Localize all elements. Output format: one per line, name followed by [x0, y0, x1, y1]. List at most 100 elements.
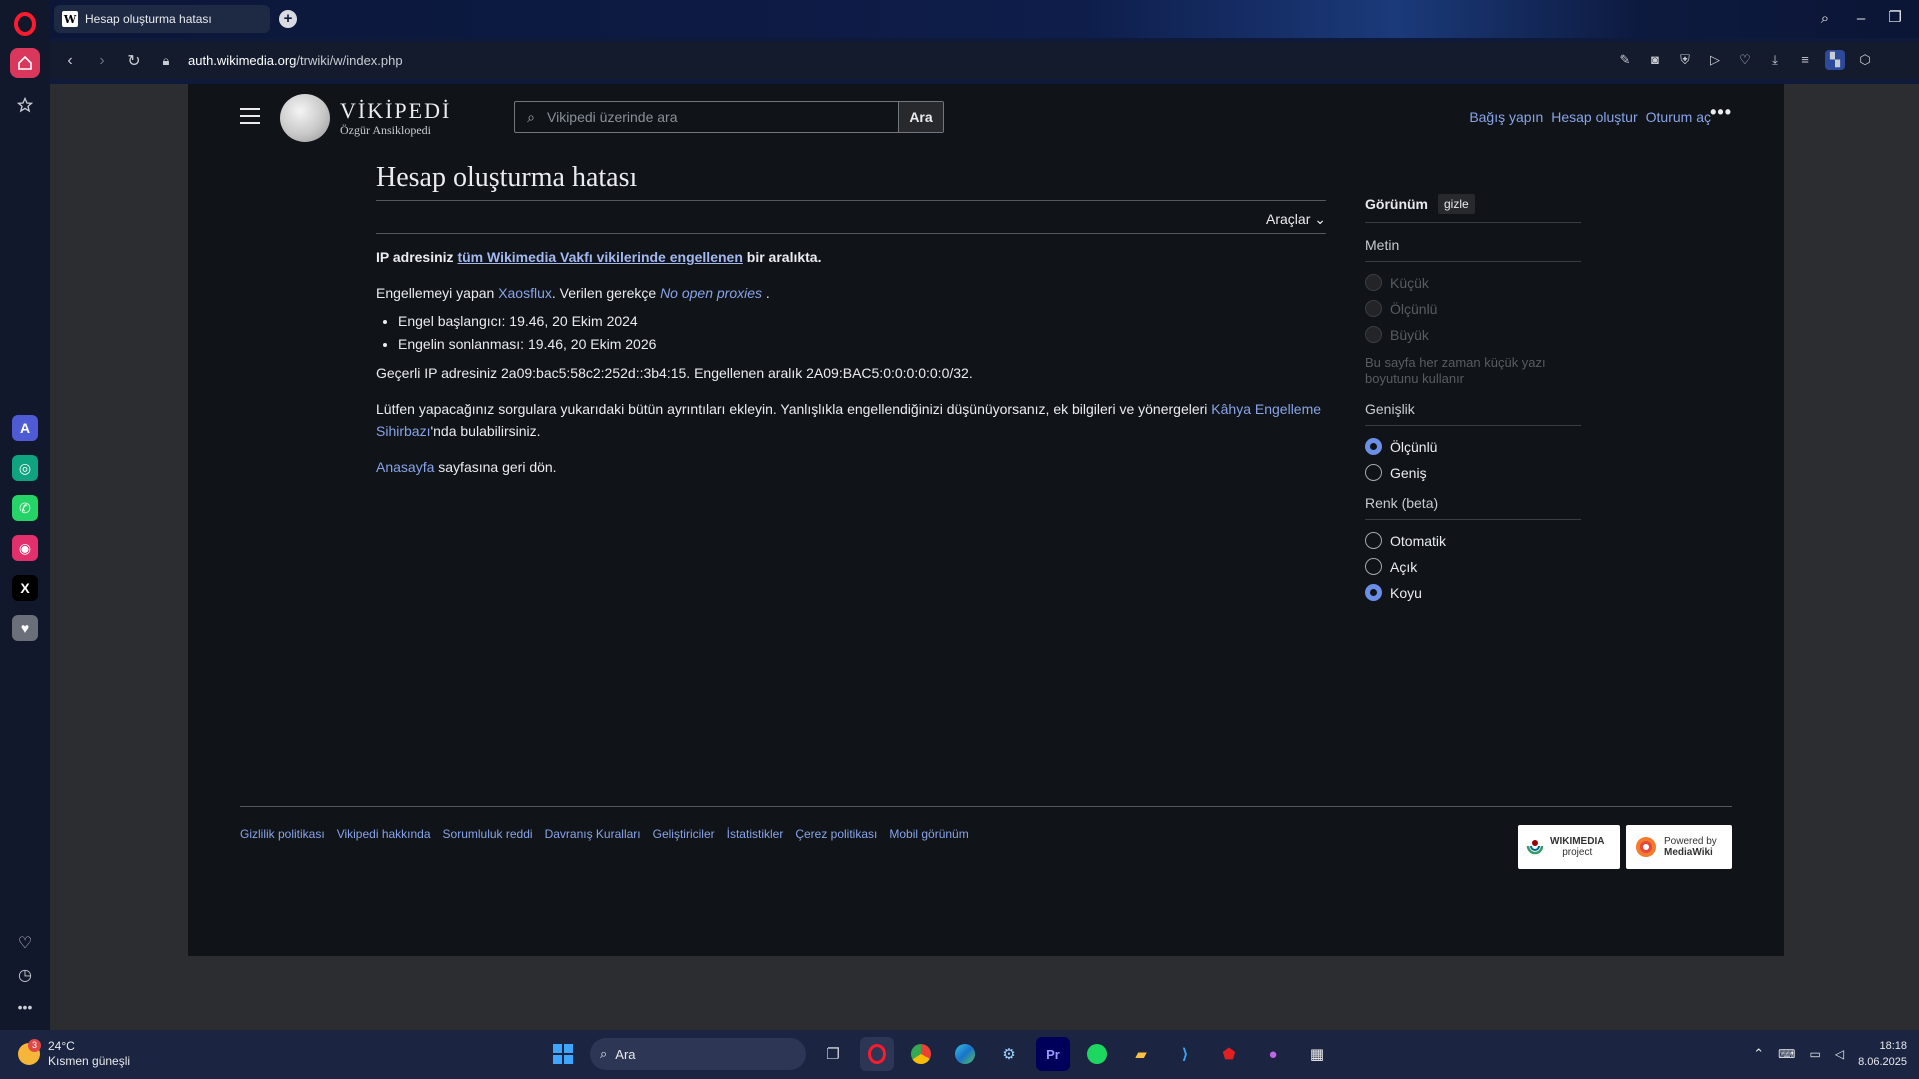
- blocker-post: .: [762, 285, 770, 301]
- code-of-conduct-link[interactable]: Davranış Kuralları: [545, 827, 641, 841]
- clock[interactable]: 18:18 8.06.2025: [1858, 1038, 1907, 1070]
- history-icon[interactable]: ◷: [10, 960, 40, 990]
- radio-icon: [1365, 300, 1382, 317]
- weather-widget[interactable]: 3 24°C Kısmen güneşli: [18, 1039, 130, 1069]
- date: 8.06.2025: [1858, 1056, 1907, 1068]
- opera-taskbar-icon[interactable]: [860, 1037, 894, 1071]
- block-reason-link[interactable]: No open proxies: [660, 285, 762, 301]
- flow-icon[interactable]: ▷: [1705, 50, 1725, 70]
- tab-active[interactable]: W Hesap oluşturma hatası: [54, 5, 270, 33]
- store-icon[interactable]: ▦: [1300, 1037, 1334, 1071]
- instagram-icon[interactable]: ◉: [12, 535, 38, 561]
- wikipedia-globe-logo[interactable]: [280, 94, 330, 142]
- more-icon[interactable]: •••: [10, 992, 40, 1022]
- favorite-icon[interactable]: ♡: [1735, 50, 1755, 70]
- list-item: Engelin sonlanması: 19.46, 20 Ekim 2026: [398, 333, 1326, 356]
- main-page-link[interactable]: Anasayfa: [376, 459, 434, 475]
- acrobat-icon[interactable]: ⬟: [1212, 1037, 1246, 1071]
- system-tray: ⌃ ⌨ ▭ ◁ 18:18 8.06.2025: [1753, 1038, 1907, 1070]
- tagline: Özgür Ansiklopedi: [340, 123, 431, 137]
- url-field[interactable]: auth.wikimedia.org/trwiki/w/index.php: [188, 53, 403, 68]
- main-menu-icon[interactable]: [240, 108, 260, 124]
- radio-icon: [1365, 326, 1382, 343]
- wikimedia-badge[interactable]: WIKIMEDIA project: [1518, 825, 1620, 869]
- drop-app-icon[interactable]: ●: [1256, 1037, 1290, 1071]
- profile-icon[interactable]: ▚: [1825, 50, 1845, 70]
- restore-icon[interactable]: ❐: [1885, 8, 1905, 28]
- width-wide-option[interactable]: Geniş: [1365, 464, 1581, 481]
- forward-icon[interactable]: ›: [86, 45, 118, 77]
- shield-icon[interactable]: ⛨: [1675, 50, 1695, 70]
- width-standard-option[interactable]: Ölçünlü: [1365, 438, 1581, 455]
- search-button[interactable]: Ara: [898, 102, 943, 132]
- hide-button[interactable]: gizle: [1438, 194, 1475, 214]
- list-item: Engel başlangıcı: 19.46, 20 Ekim 2024: [398, 310, 1326, 333]
- privacy-link[interactable]: Gizlilik politikası: [240, 827, 325, 841]
- spotify-icon[interactable]: [1080, 1037, 1114, 1071]
- opera-logo-icon[interactable]: [14, 12, 36, 36]
- search-tabs-icon[interactable]: ⌕: [1815, 9, 1835, 29]
- aria-icon[interactable]: A: [12, 415, 38, 441]
- chatgpt-icon[interactable]: ◎: [12, 455, 38, 481]
- statistics-link[interactable]: İstatistikler: [727, 827, 784, 841]
- create-account-link[interactable]: Hesap oluştur: [1551, 109, 1637, 125]
- color-dark-option[interactable]: Koyu: [1365, 584, 1581, 601]
- blocker-user-link[interactable]: Xaosflux: [498, 285, 552, 301]
- volume-icon[interactable]: ◁: [1835, 1047, 1844, 1061]
- color-light-option[interactable]: Açık: [1365, 558, 1581, 575]
- url-path: /trwiki/w/index.php: [296, 53, 403, 68]
- menu-icon[interactable]: ≡: [1795, 50, 1815, 70]
- close-icon[interactable]: ✕: [1915, 9, 1919, 29]
- temperature: 24°C: [48, 1039, 75, 1053]
- keyboard-icon[interactable]: ⌨: [1778, 1047, 1795, 1061]
- vscode-icon[interactable]: ⟩: [1168, 1037, 1202, 1071]
- taskbar-search[interactable]: ⌕ Ara: [590, 1038, 806, 1070]
- donate-link[interactable]: Bağış yapın: [1469, 109, 1543, 125]
- taskbar-apps: ⌕ Ara ❐ ⚙ Pr ▰ ⟩ ⬟ ● ▦: [546, 1037, 1334, 1071]
- new-tab-icon[interactable]: +: [279, 10, 297, 28]
- file-explorer-icon[interactable]: ▰: [1124, 1037, 1158, 1071]
- site-info-icon[interactable]: 🔒︎: [150, 45, 182, 77]
- minimize-icon[interactable]: –: [1851, 9, 1871, 29]
- reload-icon[interactable]: ↻: [118, 45, 150, 77]
- cookie-link[interactable]: Çerez politikası: [795, 827, 877, 841]
- radio-icon: [1365, 532, 1382, 549]
- steam-icon[interactable]: ⚙: [992, 1037, 1026, 1071]
- task-view-icon[interactable]: ❐: [816, 1037, 850, 1071]
- heart-icon[interactable]: ♡: [10, 928, 40, 958]
- developers-link[interactable]: Geliştiriciler: [653, 827, 715, 841]
- chevron-up-icon[interactable]: ⌃: [1753, 1046, 1764, 1062]
- disclaimer-link[interactable]: Sorumluluk reddi: [443, 827, 533, 841]
- download-icon[interactable]: ⤓: [1765, 50, 1785, 70]
- mediawiki-badge[interactable]: Powered by MediaWiki: [1626, 825, 1732, 869]
- network-icon[interactable]: ▭: [1809, 1047, 1820, 1061]
- star-icon[interactable]: [10, 90, 40, 120]
- back-icon[interactable]: ‹: [54, 45, 86, 77]
- global-block-link[interactable]: tüm Wikimedia Vakfı vikilerinde engellen…: [457, 249, 742, 265]
- login-link[interactable]: Oturum aç: [1646, 109, 1711, 125]
- home-icon[interactable]: [10, 48, 40, 78]
- block-text-pre: IP adresiniz: [376, 249, 458, 265]
- chrome-icon[interactable]: [904, 1037, 938, 1071]
- premiere-icon[interactable]: Pr: [1036, 1037, 1070, 1071]
- camera-icon[interactable]: ◙: [1645, 50, 1665, 70]
- tools-dropdown[interactable]: Araçlar ⌄: [1266, 211, 1326, 228]
- mobile-view-link[interactable]: Mobil görünüm: [889, 827, 968, 841]
- extensions-icon[interactable]: ⬡: [1855, 50, 1875, 70]
- whatsapp-icon[interactable]: ✆: [12, 495, 38, 521]
- color-auto-option[interactable]: Otomatik: [1365, 532, 1581, 549]
- text-standard-option: Ölçünlü: [1365, 300, 1581, 317]
- radio-icon: [1365, 464, 1382, 481]
- heart-app-icon[interactable]: ♥: [12, 615, 38, 641]
- toolbar: Araçlar ⌄: [376, 201, 1326, 234]
- badge1-title: WIKIMEDIA: [1550, 836, 1605, 847]
- wordmark[interactable]: VİKİPEDİ: [340, 98, 451, 124]
- user-menu-icon[interactable]: •••: [1710, 102, 1732, 123]
- edit-icon[interactable]: ✎: [1615, 50, 1635, 70]
- about-link[interactable]: Vikipedi hakkında: [337, 827, 431, 841]
- edge-icon[interactable]: [948, 1037, 982, 1071]
- x-icon[interactable]: X: [12, 575, 38, 601]
- radio-icon: [1365, 558, 1382, 575]
- start-icon[interactable]: [546, 1037, 580, 1071]
- search-input[interactable]: [547, 102, 898, 132]
